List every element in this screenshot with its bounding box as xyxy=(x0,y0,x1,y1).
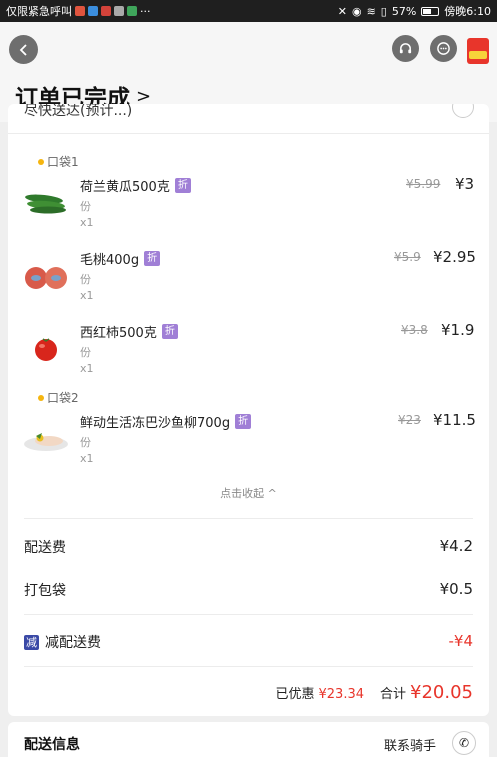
fee-value: ¥0.5 xyxy=(439,580,473,598)
saved-value: ¥23.34 xyxy=(318,687,365,702)
original-price: ¥5.99 xyxy=(406,177,441,191)
bag-label-text: 口袋1 xyxy=(47,155,79,169)
cucumber-icon xyxy=(25,194,66,214)
red-packet-icon xyxy=(469,51,487,59)
item-name-text: 鲜动生活冻巴沙鱼柳700g xyxy=(80,416,231,431)
bag-label: 口袋2 xyxy=(38,389,79,406)
notification-icon xyxy=(75,6,85,16)
item-name-text: 西红柿500克 xyxy=(80,326,157,341)
fee-label: 配送费 xyxy=(24,540,66,556)
notification-icon xyxy=(127,6,137,16)
wifi-icon: ≋ xyxy=(366,4,376,18)
item-name: 鲜动生活冻巴沙鱼柳700g 折 xyxy=(80,412,252,431)
discount-label-group: 减 减配送费 xyxy=(24,632,101,652)
eye-icon: ◉ xyxy=(351,4,362,18)
item-unit: 份 xyxy=(80,346,91,359)
delivery-time-text: 尽快送达(预计...) xyxy=(24,104,133,119)
notification-icon xyxy=(101,6,111,16)
total-value: ¥20.05 xyxy=(410,682,473,703)
battery-percent: 57% xyxy=(391,4,417,18)
expand-icon[interactable] xyxy=(452,104,474,118)
battery-icon xyxy=(421,6,440,16)
chevron-left-icon xyxy=(19,43,27,56)
item-name: 毛桃400g 折 xyxy=(80,249,161,268)
headset-icon xyxy=(399,43,412,54)
bag-dot-icon xyxy=(38,394,44,401)
delivery-info-title: 配送信息 xyxy=(24,737,80,753)
message-button[interactable] xyxy=(430,35,457,62)
original-price: ¥23 xyxy=(398,413,421,427)
more-notifications: ··· xyxy=(140,4,151,18)
delivery-time-row: 尽快送达(预计...) xyxy=(8,104,489,134)
fee-label: 打包袋 xyxy=(24,583,66,599)
fish-fillet-icon xyxy=(24,433,68,451)
notification-icon xyxy=(88,6,98,16)
item-name: 荷兰黄瓜500克 折 xyxy=(80,176,191,195)
collapse-button[interactable]: 点击收起 ^ xyxy=(8,485,489,501)
chat-bubble-icon xyxy=(437,42,450,55)
list-item[interactable]: 西红柿500克 折 份 x1 ¥3.8 ¥1.9 xyxy=(8,321,489,388)
status-bar: 仅限紧急呼叫 ··· ✕ ◉ ≋ ▯ 57% 傍晚6:10 xyxy=(0,0,497,22)
tomato-icon xyxy=(35,338,57,361)
item-quantity: x1 xyxy=(80,289,94,302)
discount-row: 减 减配送费 -¥4 xyxy=(24,632,473,654)
divider xyxy=(24,614,473,615)
order-total: 已优惠 ¥23.34 合计 ¥20.05 xyxy=(275,682,473,703)
phone-icon: ✆ xyxy=(458,736,470,750)
mute-icon: ✕ xyxy=(337,4,347,18)
item-quantity: x1 xyxy=(80,452,94,465)
item-unit: 份 xyxy=(80,436,91,449)
clock: 傍晚6:10 xyxy=(444,5,491,18)
fee-row-delivery: 配送费 ¥4.2 xyxy=(24,537,473,559)
divider xyxy=(24,666,473,667)
divider xyxy=(24,518,473,519)
item-price: ¥11.5 xyxy=(433,411,476,429)
red-packet-button[interactable] xyxy=(467,38,489,64)
total-label: 合计 xyxy=(380,687,407,702)
sim-icon: ▯ xyxy=(380,4,387,18)
item-name: 西红柿500克 折 xyxy=(80,322,178,341)
item-name-text: 荷兰黄瓜500克 xyxy=(80,180,170,195)
item-price: ¥2.95 xyxy=(433,248,476,266)
discount-tag: 折 xyxy=(235,414,252,429)
item-price: ¥3 xyxy=(455,175,475,193)
item-name-text: 毛桃400g xyxy=(80,253,140,268)
reduce-badge: 减 xyxy=(24,634,39,650)
discount-label: 减配送费 xyxy=(45,635,101,651)
list-item[interactable]: 毛桃400g 折 份 x1 ¥5.9 ¥2.95 xyxy=(8,248,489,315)
discount-tag: 折 xyxy=(161,324,178,339)
discount-value: -¥4 xyxy=(448,632,474,650)
back-button[interactable] xyxy=(9,35,38,64)
item-price: ¥1.9 xyxy=(441,321,475,339)
delivery-info-card: 配送信息 联系骑手 ✆ xyxy=(8,722,489,757)
fee-value: ¥4.2 xyxy=(439,537,473,555)
bag-label: 口袋1 xyxy=(38,153,79,170)
bag-label-text: 口袋2 xyxy=(47,391,79,405)
fee-row-packaging: 打包袋 ¥0.5 xyxy=(24,580,473,602)
cloud-icon xyxy=(114,6,124,16)
item-unit: 份 xyxy=(80,200,91,213)
original-price: ¥5.9 xyxy=(394,250,421,264)
discount-tag: 折 xyxy=(174,178,191,193)
original-price: ¥3.8 xyxy=(401,323,428,337)
contact-rider-button[interactable]: ✆ xyxy=(452,731,476,755)
discount-tag: 折 xyxy=(144,251,161,266)
item-unit: 份 xyxy=(80,273,91,286)
contact-rider-label[interactable]: 联系骑手 xyxy=(384,735,436,754)
peach-icon xyxy=(25,267,67,289)
saved-label: 已优惠 xyxy=(275,687,315,702)
customer-service-button[interactable] xyxy=(392,35,419,62)
bag-dot-icon xyxy=(38,158,44,165)
carrier-text: 仅限紧急呼叫 xyxy=(6,5,72,18)
item-quantity: x1 xyxy=(80,216,94,229)
list-item[interactable]: 鲜动生活冻巴沙鱼柳700g 折 份 x1 ¥23 ¥11.5 xyxy=(8,411,489,478)
list-item[interactable]: 荷兰黄瓜500克 折 份 x1 ¥5.99 ¥3 xyxy=(8,175,489,242)
order-card: 尽快送达(预计...) 口袋1 荷兰黄瓜500克 折 份 x1 ¥5.99 ¥3 xyxy=(8,104,489,716)
item-quantity: x1 xyxy=(80,362,94,375)
